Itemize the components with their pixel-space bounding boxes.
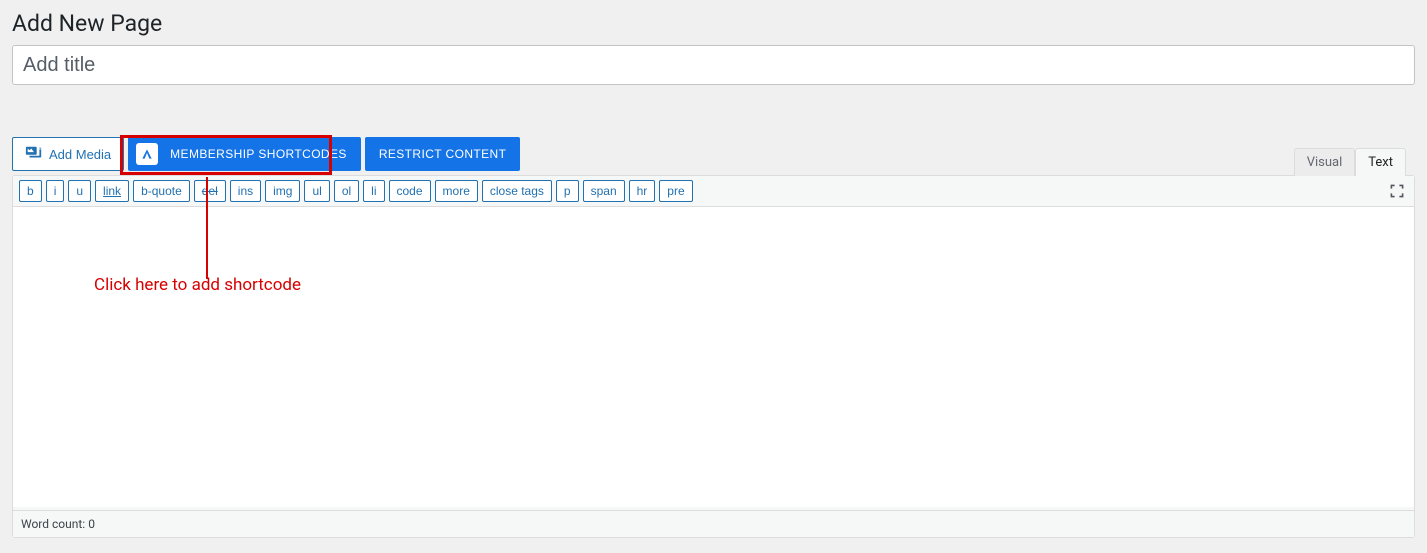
membership-shortcodes-label: MEMBERSHIP SHORTCODES bbox=[170, 147, 347, 161]
editor-container: Visual Text b i u link b-quote del ins i… bbox=[12, 175, 1415, 538]
fullscreen-icon[interactable] bbox=[1386, 180, 1408, 202]
qt-img-button[interactable]: img bbox=[265, 180, 300, 202]
tab-text[interactable]: Text bbox=[1355, 148, 1406, 176]
qt-hr-button[interactable]: hr bbox=[629, 180, 656, 202]
qt-code-button[interactable]: code bbox=[389, 180, 431, 202]
qt-ol-button[interactable]: ol bbox=[334, 180, 359, 202]
word-count-label: Word count: bbox=[21, 517, 85, 531]
qt-p-button[interactable]: p bbox=[556, 180, 579, 202]
restrict-content-button[interactable]: RESTRICT CONTENT bbox=[365, 137, 521, 171]
editor-tabs: Visual Text bbox=[1294, 148, 1406, 176]
armember-icon bbox=[136, 143, 158, 165]
page-title: Add New Page bbox=[0, 0, 1427, 45]
word-count-value: 0 bbox=[88, 517, 95, 531]
tab-visual[interactable]: Visual bbox=[1294, 148, 1356, 176]
qt-li-button[interactable]: li bbox=[363, 180, 384, 202]
content-textarea[interactable] bbox=[13, 207, 1414, 507]
title-input-wrap bbox=[12, 45, 1415, 85]
qt-ul-button[interactable]: ul bbox=[304, 180, 329, 202]
qt-ins-button[interactable]: ins bbox=[230, 180, 261, 202]
add-media-button[interactable]: Add Media bbox=[12, 137, 124, 171]
qt-underline-button[interactable]: u bbox=[68, 180, 91, 202]
qt-del-button[interactable]: del bbox=[194, 180, 226, 202]
qt-bold-button[interactable]: b bbox=[19, 180, 42, 202]
membership-shortcodes-button[interactable]: MEMBERSHIP SHORTCODES bbox=[128, 137, 361, 171]
qt-italic-button[interactable]: i bbox=[46, 180, 65, 202]
qt-blockquote-button[interactable]: b-quote bbox=[133, 180, 190, 202]
qt-link-button[interactable]: link bbox=[95, 180, 129, 202]
annotation-text: Click here to add shortcode bbox=[94, 275, 301, 295]
qt-span-button[interactable]: span bbox=[583, 180, 625, 202]
qt-more-button[interactable]: more bbox=[435, 180, 478, 202]
editor-toolbar: Add Media MEMBERSHIP SHORTCODES RESTRICT… bbox=[12, 137, 1415, 171]
restrict-content-label: RESTRICT CONTENT bbox=[379, 147, 507, 161]
title-input[interactable] bbox=[12, 45, 1415, 85]
annotation-connector-line bbox=[206, 177, 208, 279]
quicktags-toolbar: b i u link b-quote del ins img ul ol li … bbox=[13, 176, 1414, 207]
media-icon bbox=[25, 144, 43, 165]
qt-close-tags-button[interactable]: close tags bbox=[482, 180, 552, 202]
qt-pre-button[interactable]: pre bbox=[659, 180, 692, 202]
add-media-label: Add Media bbox=[49, 147, 111, 162]
status-bar: Word count: 0 bbox=[13, 510, 1414, 537]
